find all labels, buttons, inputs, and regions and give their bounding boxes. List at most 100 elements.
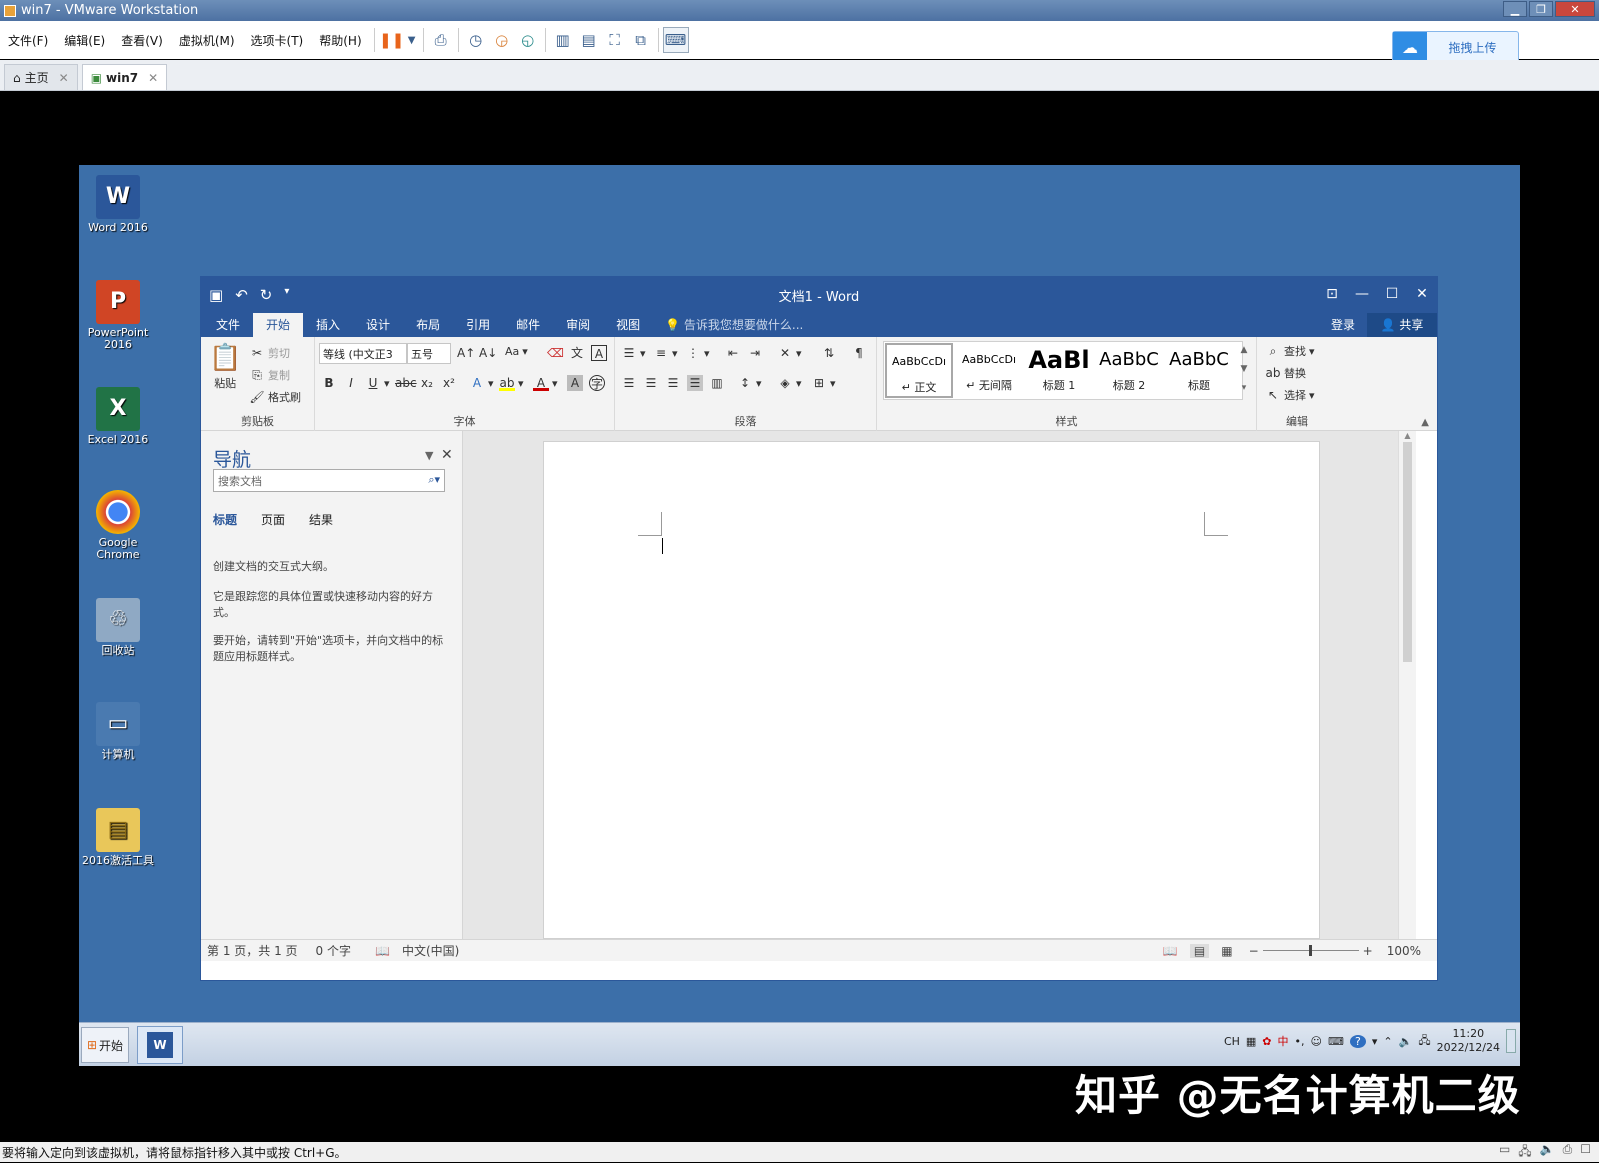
maximize-button[interactable]: ☐ (1377, 277, 1407, 311)
numbering-button[interactable]: ≡ ▾ (653, 345, 678, 361)
desktop-icon-recycle-bin[interactable]: ♲ 回收站 (81, 598, 155, 657)
close-tab-icon[interactable]: ✕ (59, 71, 69, 85)
ime-logo-icon[interactable]: ✿ (1262, 1035, 1271, 1048)
proofing-icon[interactable]: 📖 (375, 944, 390, 958)
customize-icon[interactable]: ▾ (284, 286, 289, 304)
tab-home[interactable]: 开始 (253, 313, 304, 337)
multilevel-list-button[interactable]: ⋮ ▾ (685, 345, 710, 361)
tab-review[interactable]: 审阅 (553, 313, 603, 337)
style-heading-1[interactable]: AaBl 标题 1 (1025, 343, 1093, 398)
tab-file[interactable]: 文件 (203, 313, 253, 337)
tell-me-box[interactable]: 💡 告诉我您想要做什么... (665, 313, 803, 337)
line-spacing-button[interactable]: ↕ ▾ (737, 375, 762, 391)
font-shrink-button[interactable]: A↓ (479, 345, 497, 361)
menu-edit[interactable]: 编辑(E) (56, 32, 113, 49)
sidebar-toggle-icon[interactable]: ▥ (550, 27, 576, 53)
network-adapter-icon[interactable]: 🖧 (1518, 1142, 1531, 1163)
print-layout-icon[interactable]: ▤ (1189, 943, 1210, 958)
menu-tabs[interactable]: 选项卡(T) (243, 32, 312, 49)
paste-button[interactable]: 📋 粘贴 (209, 343, 241, 391)
ime-mode[interactable]: 中 (1278, 1033, 1289, 1049)
minimize-button[interactable]: ▁ (1503, 1, 1527, 17)
zoom-slider-thumb[interactable] (1308, 945, 1312, 956)
menu-help[interactable]: 帮助(H) (311, 32, 369, 49)
tab-mailings[interactable]: 邮件 (503, 313, 553, 337)
highlight-button[interactable]: ab ▾ (499, 375, 524, 391)
font-name-select[interactable]: 等线 (中文正3 (319, 343, 407, 364)
scroll-thumb[interactable] (1403, 442, 1412, 662)
revert-snapshot-icon[interactable]: ◶ (489, 27, 515, 53)
show-hidden-icons-icon[interactable]: ⌃ (1383, 1035, 1392, 1048)
chevron-down-icon[interactable]: ▼ (405, 27, 419, 53)
snapshot-icon[interactable]: ◷ (463, 27, 489, 53)
menu-view[interactable]: 查看(V) (113, 32, 171, 49)
word-window[interactable]: ▣ ↶ ↻ ▾ 文档1 - Word ⊡ — ☐ ✕ 文件 开始 插入 设计 布… (200, 276, 1438, 981)
menu-vm[interactable]: 虚拟机(M) (171, 32, 243, 49)
replace-button[interactable]: ab 替换 (1265, 365, 1307, 381)
sign-in-link[interactable]: 登录 (1331, 313, 1355, 337)
bold-button[interactable]: B (321, 375, 337, 391)
read-mode-icon[interactable]: 📖 (1163, 944, 1178, 958)
superscript-button[interactable]: x² (441, 375, 457, 391)
network-icon[interactable]: 🖧 (1418, 1032, 1430, 1051)
phonetic-guide-button[interactable]: 文 (569, 345, 585, 361)
start-button[interactable]: ⊞ 开始 (81, 1027, 129, 1063)
strikethrough-button[interactable]: abc (395, 375, 417, 391)
fullscreen-icon[interactable]: ⛶ (602, 27, 628, 53)
tab-design[interactable]: 设计 (353, 313, 403, 337)
italic-button[interactable]: I (343, 375, 359, 391)
select-button[interactable]: ↖ 选择 ▾ (1265, 387, 1315, 403)
keyboard-icon[interactable]: ⌨ (1328, 1035, 1344, 1048)
find-button[interactable]: ⌕ 查找 ▾ (1265, 343, 1315, 359)
sound-icon[interactable]: 🔈 (1540, 1142, 1555, 1163)
close-icon[interactable]: ✕ (441, 447, 453, 463)
desktop-icon-chrome[interactable]: Google Chrome (81, 490, 155, 561)
language-status[interactable]: 中文(中国) (402, 942, 459, 959)
close-button[interactable]: ✕ (1555, 1, 1595, 17)
clock[interactable]: 11:20 2022/12/24 (1437, 1027, 1500, 1055)
vertical-scrollbar[interactable]: ▲ (1398, 431, 1416, 939)
thumbnail-bar-icon[interactable]: ▤ (576, 27, 602, 53)
zoom-in-icon[interactable]: + (1363, 944, 1373, 958)
taskbar-word-button[interactable]: W (137, 1026, 183, 1064)
copy-button[interactable]: ⎘ 复制 (249, 367, 290, 383)
zoom-out-icon[interactable]: − (1249, 944, 1259, 958)
search-input[interactable]: 搜索文档 ⌕▾ (213, 469, 445, 492)
style-normal[interactable]: AaBbCcDı ↵ 正文 (885, 343, 953, 398)
word-count[interactable]: 0 个字 (316, 942, 351, 959)
redo-icon[interactable]: ↻ (260, 286, 273, 304)
nav-tab-results[interactable]: 结果 (309, 511, 333, 528)
message-icon[interactable]: ☐ (1580, 1142, 1591, 1163)
unity-icon[interactable]: ⧉ (628, 27, 654, 53)
restore-button[interactable]: ❐ (1529, 1, 1553, 17)
justify-button[interactable]: ☰ (687, 375, 703, 391)
align-left-button[interactable]: ☰ (621, 375, 637, 391)
tab-win7[interactable]: ▣ win7 ✕ (81, 64, 168, 90)
format-painter-button[interactable]: 🖌 格式刷 (249, 389, 301, 405)
tab-home[interactable]: ⌂ 主页 ✕ (4, 64, 78, 90)
change-case-button[interactable]: Aa ▾ (505, 345, 528, 358)
ribbon-display-options-icon[interactable]: ⊡ (1317, 277, 1347, 311)
style-no-spacing[interactable]: AaBbCcDı ↵ 无间隔 (955, 343, 1023, 398)
asian-layout-button[interactable]: ✕ ▾ (777, 345, 802, 361)
scroll-up-icon[interactable]: ▲ (1399, 431, 1416, 440)
font-grow-button[interactable]: A↑ (457, 345, 475, 361)
text-effects-button[interactable]: A ▾ (469, 375, 494, 391)
tab-references[interactable]: 引用 (453, 313, 503, 337)
desktop-icon-powerpoint[interactable]: P PowerPoint 2016 (81, 280, 155, 351)
desktop-icon-computer[interactable]: ▭ 计算机 (81, 702, 155, 761)
menu-file[interactable]: 文件(F) (0, 32, 56, 49)
nav-options-icon[interactable]: ▼ (425, 449, 433, 462)
page-count[interactable]: 第 1 页，共 1 页 (207, 942, 298, 959)
hard-disk-icon[interactable]: ▭ (1499, 1142, 1510, 1163)
pause-icon[interactable]: ❚❚ (379, 27, 405, 53)
web-layout-icon[interactable]: ▦ (1221, 944, 1232, 958)
distributed-button[interactable]: ▥ (709, 375, 725, 391)
document-page[interactable] (543, 441, 1320, 939)
close-button[interactable]: ✕ (1407, 277, 1437, 311)
undo-icon[interactable]: ↶ (235, 286, 248, 304)
search-icon[interactable]: ⌕▾ (428, 473, 440, 487)
collapse-ribbon-icon[interactable]: ▲ (1421, 417, 1429, 428)
document-area[interactable] (463, 431, 1398, 939)
align-right-button[interactable]: ☰ (665, 375, 681, 391)
